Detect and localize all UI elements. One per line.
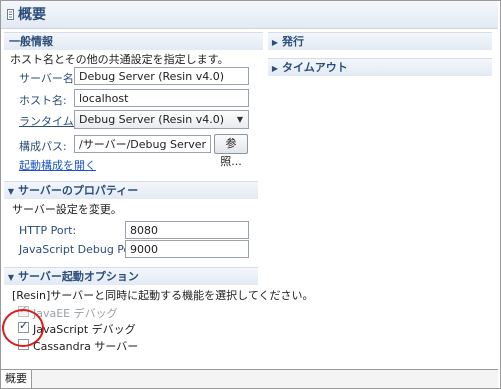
- server-properties-section-header[interactable]: ▼ サーバーのプロパティー: [4, 181, 258, 199]
- host-name-field[interactable]: localhost: [74, 89, 249, 107]
- editor-icon: [7, 9, 14, 20]
- http-port-field[interactable]: 8080: [125, 221, 249, 239]
- runtime-select[interactable]: Debug Server (Resin v4.0) ▼: [74, 110, 249, 129]
- runtime-select-value: Debug Server (Resin v4.0): [79, 113, 224, 126]
- startup-options-section-header[interactable]: ▼ サーバー起動オプション: [4, 267, 258, 285]
- browse-button[interactable]: 参照...: [214, 134, 248, 168]
- timeout-title: タイムアウト: [282, 61, 348, 74]
- config-path-label: 構成パス:: [19, 140, 67, 153]
- javascript-debug-label: JavaScript デバッグ: [33, 323, 136, 336]
- cassandra-server-label: Cassandra サーバー: [33, 340, 139, 353]
- collapse-arrow-icon: ▼: [7, 187, 15, 196]
- javaee-debug-checkbox[interactable]: [18, 303, 29, 317]
- publish-title: 発行: [282, 35, 304, 48]
- javascript-debug-checkbox[interactable]: [18, 319, 29, 333]
- expand-arrow-icon: ▶: [271, 38, 279, 47]
- js-debug-port-field[interactable]: 9000: [125, 240, 249, 258]
- config-path-field[interactable]: /サーバー/Debug Server (Resin: [74, 135, 211, 153]
- page-title: 概要: [18, 7, 46, 23]
- server-name-field[interactable]: Debug Server (Resin v4.0): [74, 67, 249, 85]
- server-properties-description: サーバー設定を変更。: [12, 203, 122, 216]
- editor-tab-bar: 概要: [1, 369, 498, 388]
- runtime-link[interactable]: ランタイム:: [19, 113, 78, 129]
- chevron-down-icon: ▼: [236, 115, 243, 124]
- general-info-title: 一般情報: [9, 35, 53, 48]
- http-port-label: HTTP Port:: [19, 224, 77, 237]
- page-header: 概要: [1, 1, 498, 29]
- cassandra-server-checkbox[interactable]: [18, 339, 29, 350]
- open-launch-config-link[interactable]: 起動構成を開く: [19, 157, 96, 173]
- host-name-label: ホスト名:: [19, 94, 67, 107]
- server-name-label: サーバー名:: [19, 72, 78, 85]
- general-info-description: ホスト名とその他の共通設定を指定します。: [10, 53, 229, 66]
- startup-options-description: [Resin]サーバーと同時に起動する機能を選択してください。: [12, 289, 314, 302]
- general-info-section-header: 一般情報: [4, 32, 263, 50]
- server-properties-title: サーバーのプロパティー: [18, 184, 139, 197]
- publish-section-header[interactable]: ▶ 発行: [268, 32, 492, 50]
- expand-arrow-icon: ▶: [271, 64, 279, 73]
- tab-overview[interactable]: 概要: [1, 370, 32, 388]
- collapse-arrow-icon: ▼: [7, 273, 15, 282]
- timeout-section-header[interactable]: ▶ タイムアウト: [268, 58, 492, 76]
- startup-options-title: サーバー起動オプション: [18, 270, 139, 283]
- javaee-debug-label: JavaEE デバッグ: [33, 307, 118, 320]
